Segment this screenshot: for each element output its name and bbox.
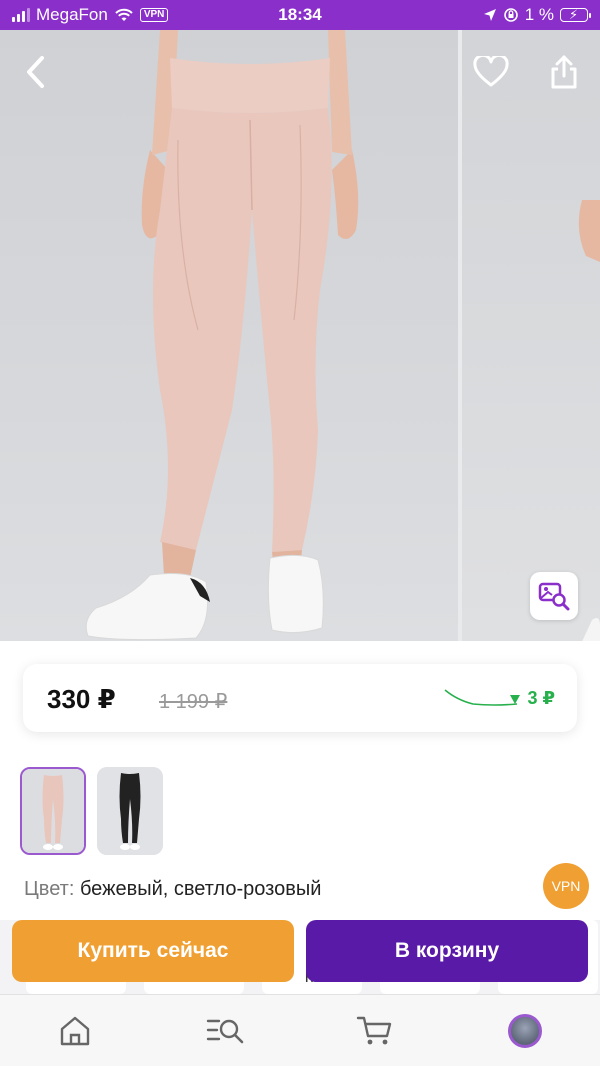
share-button[interactable] (542, 50, 586, 94)
orientation-lock-icon (503, 8, 518, 22)
battery-icon: ⚡ (560, 7, 591, 22)
tab-catalog[interactable] (205, 1013, 245, 1049)
variant-thumb-beige[interactable] (20, 767, 86, 855)
price-drop-value: 3 ₽ (527, 688, 555, 708)
image-search-icon (538, 582, 570, 611)
vpn-floating-button[interactable]: VPN (543, 863, 589, 909)
price-card: 330 ₽ 1 199 ₽ 3 ₽ (23, 664, 577, 732)
tab-home[interactable] (55, 1013, 95, 1049)
status-bar: MegaFon VPN 18:34 1 % ⚡ (0, 0, 600, 30)
price-drop[interactable]: 3 ₽ (509, 688, 555, 709)
catalog-search-icon (206, 1019, 244, 1044)
home-icon (60, 1016, 90, 1046)
color-value: бежевый, светло-розовый (79, 878, 322, 900)
tab-bar (0, 994, 600, 1066)
image-search-button[interactable] (530, 572, 578, 620)
old-price: 1 199 ₽ (159, 691, 228, 713)
current-price: 330 ₽ (47, 684, 116, 714)
profile-avatar (508, 1014, 542, 1048)
add-to-cart-button[interactable]: В корзину (306, 920, 588, 982)
buy-now-button[interactable]: Купить сейчас (12, 920, 294, 982)
tab-cart[interactable] (355, 1013, 395, 1049)
beige-leggings-thumb (22, 769, 84, 853)
product-image-gallery[interactable] (0, 30, 600, 641)
battery-percent: 1 % (524, 5, 554, 24)
favorite-button[interactable] (469, 50, 513, 94)
location-arrow-icon (483, 9, 496, 21)
status-right: 1 % ⚡ (483, 5, 591, 25)
product-screen: MegaFon VPN 18:34 1 % ⚡ 330 ₽ 1 199 ₽ 3 … (0, 0, 600, 1066)
tab-profile[interactable] (505, 1013, 545, 1049)
down-triangle-icon (510, 694, 521, 704)
heart-icon (473, 56, 509, 87)
share-icon (551, 55, 577, 89)
next-product-photo[interactable] (462, 30, 600, 641)
color-label: Цвет: (24, 878, 75, 900)
product-photo (85, 30, 359, 641)
black-leggings-thumb (97, 767, 163, 855)
cart-icon (356, 1016, 392, 1045)
color-info: Цвет: бежевый, светло-розовый (24, 878, 321, 901)
chevron-left-icon (27, 56, 44, 88)
back-button[interactable] (14, 50, 58, 94)
variant-thumb-black[interactable] (97, 767, 163, 855)
